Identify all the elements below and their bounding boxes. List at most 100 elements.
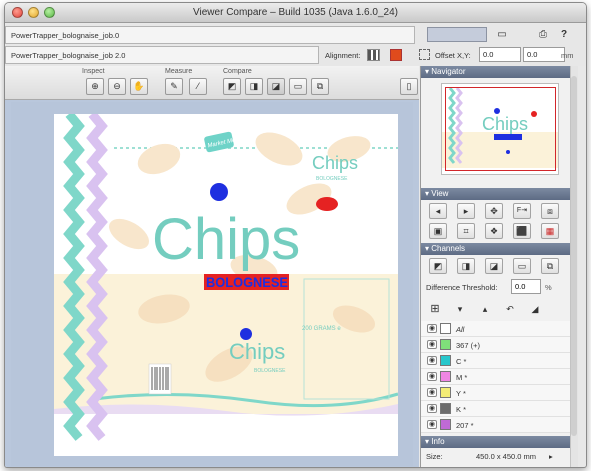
difference-marker-2	[316, 197, 338, 211]
offset-y-input[interactable]	[523, 47, 565, 62]
alignment-grid-icon[interactable]	[367, 49, 380, 61]
channel-filter-icon[interactable]: ▾	[451, 302, 469, 318]
channel-name: Y *	[456, 389, 466, 398]
eye-icon[interactable]: ◉	[427, 340, 437, 349]
measure-group-label: Measure	[165, 68, 193, 75]
artwork-graphic: Market Meal Chips Chips BOLOGNESE Chips …	[54, 114, 398, 456]
navigator-title: Navigator	[431, 67, 466, 76]
help-icon[interactable]: ?	[556, 27, 572, 42]
hand-tool-icon[interactable]: ✋	[130, 78, 148, 95]
artwork-grams: 200 GRAMS e	[302, 326, 341, 332]
side-panel-scrollbar[interactable]	[570, 66, 578, 467]
difference-marker-4	[240, 328, 252, 340]
channel-mode-4-icon[interactable]: ▭	[513, 258, 531, 274]
page-icon[interactable]: ⧈	[541, 203, 559, 219]
threshold-input[interactable]	[511, 279, 541, 294]
toolbar: Inspect Measure Compare ⊕ ⊖ ✋ ✎ ⁄ ◩ ◨ ◪ …	[5, 66, 419, 100]
navigator-preview[interactable]: Chips	[441, 83, 559, 175]
eye-icon[interactable]: ◉	[427, 388, 437, 397]
channel-color-swatch	[440, 419, 451, 430]
channel-color-swatch	[440, 323, 451, 334]
compare-mode-3-icon[interactable]: ◪	[267, 78, 285, 95]
compare-mode-1-icon[interactable]: ◩	[223, 78, 241, 95]
panel-toggle-icon[interactable]: ▯	[400, 78, 418, 95]
eye-icon[interactable]: ◉	[427, 404, 437, 413]
eye-icon[interactable]: ◉	[427, 420, 437, 429]
ruler-icon[interactable]: ✎	[165, 78, 183, 95]
compare-mode-4-icon[interactable]: ▭	[289, 78, 307, 95]
channel-contrast-icon[interactable]: ◢	[526, 302, 544, 318]
compare-mode-2-icon[interactable]: ◨	[245, 78, 263, 95]
channel-row[interactable]: ◉ All	[421, 321, 571, 337]
stamp-icon[interactable]: ⬛	[513, 223, 531, 239]
print-icon[interactable]: ⎙	[535, 27, 551, 42]
artwork-page[interactable]: Market Meal Chips Chips BOLOGNESE Chips …	[54, 114, 398, 456]
channel-mode-1-icon[interactable]: ◩	[429, 258, 447, 274]
fit-icon[interactable]: F⇥	[513, 203, 531, 219]
title-bar: Viewer Compare – Build 1035 (Java 1.6.0_…	[5, 3, 586, 23]
channel-row[interactable]: ◉ K *	[421, 401, 571, 417]
channel-name: 367 (+)	[456, 341, 480, 350]
file-1-name: PowerTrapper_bolognaise_job.0	[5, 26, 415, 44]
move-icon[interactable]: ✥	[485, 203, 503, 219]
compare-mode-5-icon[interactable]: ⧉	[311, 78, 329, 95]
channel-row[interactable]: ◉ 207 *	[421, 417, 571, 433]
file-header: PowerTrapper_bolognaise_job.0 PowerTrapp…	[5, 24, 586, 66]
offset-x-input[interactable]	[479, 47, 521, 62]
alignment-label: Alignment:	[325, 51, 361, 60]
view-title: View	[431, 189, 449, 198]
channel-table-icon[interactable]: ⊞	[426, 302, 444, 318]
size-value: 450.0 x 450.0 mm	[476, 452, 537, 461]
crop-icon[interactable]: ⌗	[457, 223, 475, 239]
next-icon[interactable]: ▸	[457, 203, 475, 219]
channels-title: Channels	[431, 244, 466, 253]
navigator-header[interactable]: ▾ Navigator	[421, 66, 578, 78]
compare-group-label: Compare	[223, 68, 252, 75]
channel-color-swatch	[440, 355, 451, 366]
channel-name: All	[456, 325, 465, 334]
side-panel: ▾ Navigator Chips ▾ View ◂ ▸ ✥ F⇥ ⧈ ▣ ⌗ …	[420, 66, 578, 467]
screen-icon[interactable]: ▭	[494, 27, 510, 42]
side-panel-scroll-thumb[interactable]	[571, 76, 577, 436]
channel-row[interactable]: ◉ M *	[421, 369, 571, 385]
channel-mode-3-icon[interactable]: ◪	[485, 258, 503, 274]
view-header[interactable]: ▾ View	[421, 188, 578, 200]
channel-row[interactable]: ◉ 367 (+)	[421, 337, 571, 353]
size-expand-icon[interactable]: ▸	[549, 452, 553, 461]
channel-name: C *	[456, 357, 467, 366]
threshold-label: Difference Threshold:	[426, 283, 498, 292]
channel-row[interactable]: ◉ C *	[421, 353, 571, 369]
channel-undo-icon[interactable]: ↶	[501, 302, 519, 318]
window-title: Viewer Compare – Build 1035 (Java 1.6.0_…	[193, 7, 398, 18]
canvas-area: Inspect Measure Compare ⊕ ⊖ ✋ ✎ ⁄ ◩ ◨ ◪ …	[5, 66, 419, 467]
eye-icon[interactable]: ◉	[427, 356, 437, 365]
zoom-in-icon[interactable]: ⊕	[86, 78, 104, 95]
previous-icon[interactable]: ◂	[429, 203, 447, 219]
alignment-color-icon[interactable]	[390, 49, 402, 61]
background-color-swatch[interactable]	[427, 27, 487, 42]
artwork-subtitle-small: BOLOGNESE	[316, 176, 348, 182]
offset-icon	[419, 49, 430, 60]
channel-mode-2-icon[interactable]: ◨	[457, 258, 475, 274]
eyedropper-icon[interactable]: ⁄	[189, 78, 207, 95]
channel-mode-5-icon[interactable]: ⧉	[541, 258, 559, 274]
artwork-title-small: Chips	[312, 153, 358, 173]
canvas-viewport[interactable]: Market Meal Chips Chips BOLOGNESE Chips …	[11, 102, 413, 466]
channels-header[interactable]: ▾ Channels	[421, 243, 578, 255]
separation-icon[interactable]: ❖	[485, 223, 503, 239]
threshold-unit: %	[545, 283, 552, 292]
navigator-viewport-frame[interactable]	[445, 87, 556, 171]
info-title: Info	[431, 437, 445, 446]
grid-icon[interactable]: ▦	[541, 223, 559, 239]
file-2-name: PowerTrapper_bolognaise_job 2.0	[5, 46, 319, 64]
zoom-out-icon[interactable]: ⊖	[108, 78, 126, 95]
channel-up-icon[interactable]: ▴	[476, 302, 494, 318]
channel-name: 207 *	[456, 421, 474, 430]
info-header[interactable]: ▾ Info	[421, 436, 578, 448]
channel-row[interactable]: ◉ Y *	[421, 385, 571, 401]
eye-icon[interactable]: ◉	[427, 372, 437, 381]
eye-icon[interactable]: ◉	[427, 324, 437, 333]
artwork-title-lower: Chips	[229, 339, 285, 364]
frame-icon[interactable]: ▣	[429, 223, 447, 239]
offset-label: Offset X,Y:	[435, 51, 471, 60]
